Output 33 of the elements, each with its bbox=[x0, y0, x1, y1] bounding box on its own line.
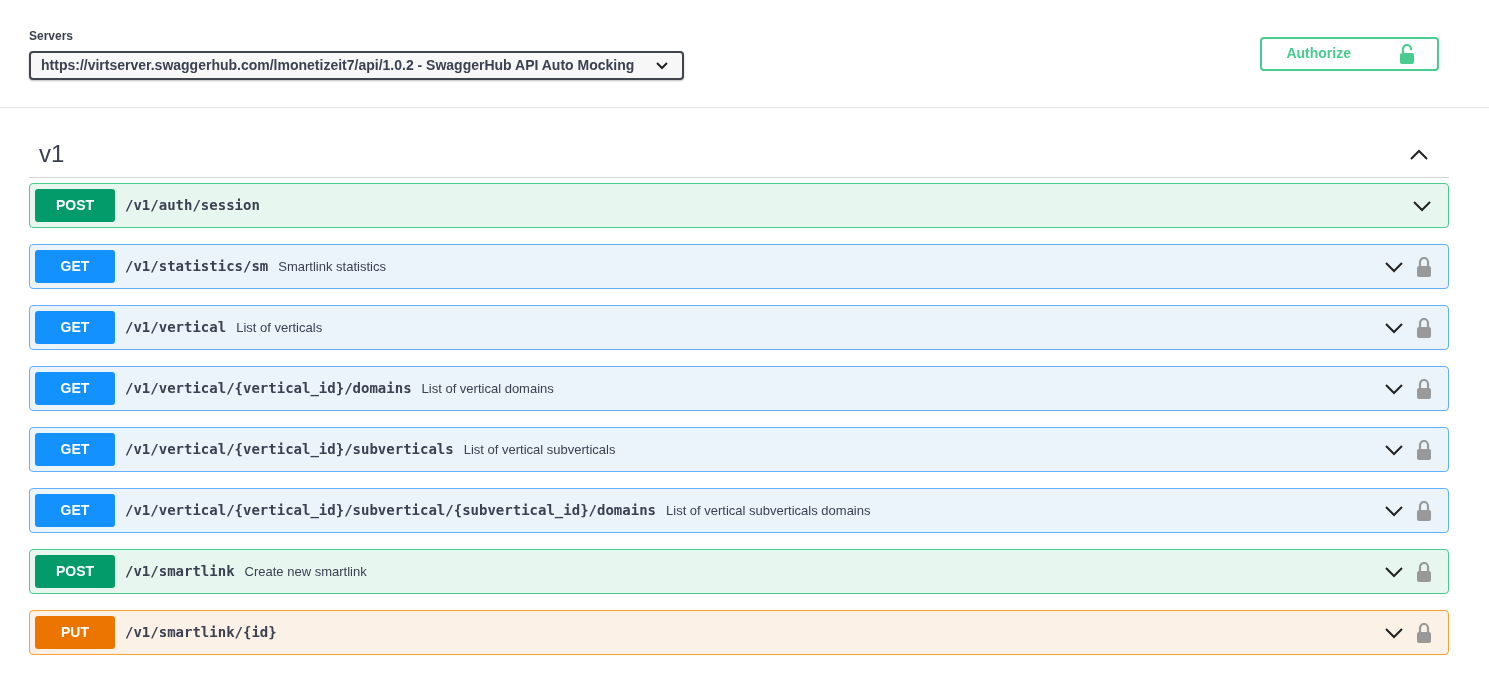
method-badge: GET bbox=[35, 250, 115, 283]
endpoint-summary: List of vertical subverticals bbox=[463, 440, 616, 459]
method-badge: PUT bbox=[35, 616, 115, 649]
endpoint-path: /v1/vertical/{vertical_id}/subverticals bbox=[125, 440, 454, 460]
endpoint-path: /v1/vertical/{vertical_id}/subvertical/{subvertical_id}/domains bbox=[125, 501, 656, 521]
method-badge: POST bbox=[35, 189, 115, 222]
method-badge: GET bbox=[35, 372, 115, 405]
method-badge: POST bbox=[35, 555, 115, 588]
operation-row[interactable]: GET /v1/vertical/{vertical_id}/domains List of vertical domains bbox=[29, 366, 1449, 411]
operation-row[interactable]: GET /v1/vertical List of verticals bbox=[29, 305, 1449, 350]
endpoint-summary: Create new smartlink bbox=[244, 562, 367, 581]
method-badge: GET bbox=[35, 433, 115, 466]
endpoint-path: /v1/auth/session bbox=[125, 196, 260, 215]
method-badge: GET bbox=[35, 311, 115, 344]
operation-row[interactable]: POST /v1/smartlink Create new smartlink bbox=[29, 549, 1449, 594]
endpoint-path: /v1/statistics/sm bbox=[125, 257, 269, 276]
endpoint-path: /v1/smartlink bbox=[125, 562, 235, 581]
operation-row[interactable]: POST /v1/auth/session bbox=[29, 183, 1449, 228]
endpoint-path: /v1/vertical/{vertical_id}/domains bbox=[125, 379, 412, 399]
servers-label: Servers bbox=[29, 28, 75, 45]
section-title[interactable]: v1 bbox=[39, 135, 65, 172]
method-badge: GET bbox=[35, 494, 115, 527]
server-select[interactable]: https://virtserver.swaggerhub.com/lmonetizeit7/api/1.0.2 - SwaggerHub API Auto Mocking bbox=[29, 51, 685, 80]
operation-row[interactable]: GET /v1/statistics/sm Smartlink statistics bbox=[29, 244, 1449, 289]
operation-row[interactable]: PUT /v1/smartlink/{id} bbox=[29, 610, 1449, 655]
operation-row[interactable]: GET /v1/vertical/{vertical_id}/subverticals List of vertical subverticals bbox=[29, 427, 1449, 472]
endpoint-summary: List of verticals bbox=[236, 318, 323, 337]
endpoint-summary: List of vertical subverticals domains bbox=[666, 501, 871, 520]
endpoint-path: /v1/smartlink/{id} bbox=[125, 623, 277, 642]
endpoint-summary: Smartlink statistics bbox=[278, 257, 386, 276]
endpoint-path: /v1/vertical bbox=[125, 318, 227, 337]
endpoint-summary: List of vertical domains bbox=[421, 379, 554, 398]
operation-row[interactable]: GET /v1/vertical/{vertical_id}/subvertical/{subvertical_id}/domains List of vertical subverticals domains bbox=[29, 488, 1449, 533]
